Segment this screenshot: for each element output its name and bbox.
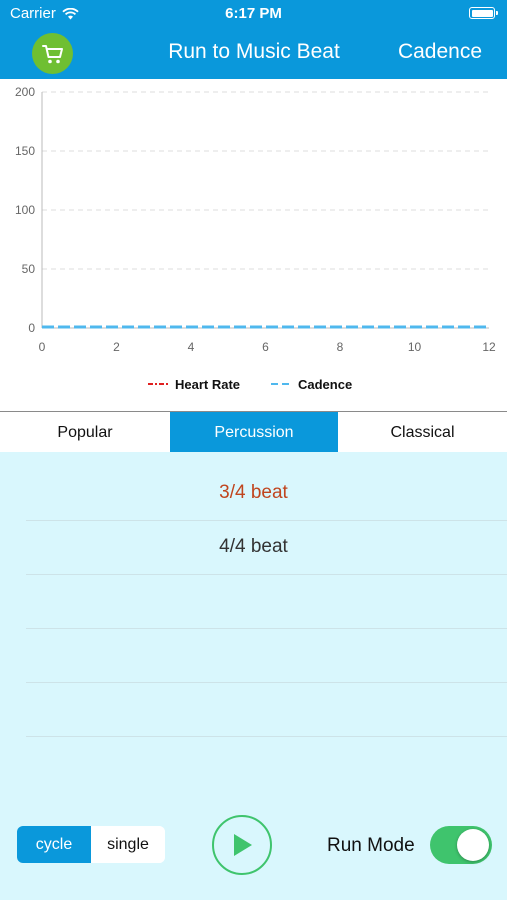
cycle-option[interactable]: cycle bbox=[17, 826, 91, 863]
y-tick-label: 200 bbox=[15, 85, 35, 99]
single-option[interactable]: single bbox=[91, 826, 165, 863]
x-tick-label: 2 bbox=[113, 340, 120, 354]
cart-icon bbox=[41, 44, 63, 63]
y-tick-label: 0 bbox=[28, 321, 35, 335]
beat-item[interactable]: 3/4 beat bbox=[26, 466, 507, 521]
beat-item[interactable] bbox=[26, 574, 507, 629]
beat-item[interactable]: 4/4 beat bbox=[26, 520, 507, 575]
tab-percussion[interactable]: Percussion bbox=[170, 412, 338, 453]
x-tick-label: 6 bbox=[262, 340, 269, 354]
cadence-chart: 0 50 100 150 200 0 2 4 6 8 10 12 Heart Rate Cadence bbox=[0, 79, 507, 410]
run-mode-label: Run Mode bbox=[327, 835, 415, 856]
play-icon bbox=[234, 834, 252, 856]
y-tick-label: 100 bbox=[15, 203, 35, 217]
app-header: Carrier 6:17 PM Run to Music Beat Cadenc… bbox=[0, 0, 507, 79]
beat-item[interactable] bbox=[26, 682, 507, 737]
tab-classical[interactable]: Classical bbox=[338, 412, 507, 453]
beat-item[interactable] bbox=[26, 628, 507, 683]
playback-mode-toggle: cycle single bbox=[17, 826, 165, 863]
tab-popular[interactable]: Popular bbox=[0, 412, 170, 453]
x-tick-label: 12 bbox=[482, 340, 496, 354]
x-tick-label: 4 bbox=[188, 340, 195, 354]
status-bar: Carrier 6:17 PM bbox=[0, 0, 507, 26]
switch-knob bbox=[457, 829, 489, 861]
play-button[interactable] bbox=[212, 815, 272, 875]
x-tick-label: 8 bbox=[337, 340, 344, 354]
x-tick-label: 10 bbox=[408, 340, 422, 354]
page-title: Run to Music Beat bbox=[168, 40, 340, 63]
status-time: 6:17 PM bbox=[225, 5, 282, 22]
y-tick-label: 150 bbox=[15, 144, 35, 158]
y-tick-label: 50 bbox=[22, 262, 36, 276]
x-tick-label: 0 bbox=[39, 340, 46, 354]
battery-icon bbox=[469, 7, 498, 19]
run-mode-switch[interactable] bbox=[430, 826, 492, 864]
legend-label: Heart Rate bbox=[175, 377, 240, 392]
legend-label: Cadence bbox=[298, 377, 352, 392]
cadence-button[interactable]: Cadence bbox=[398, 40, 482, 64]
category-segmented-control: Popular Percussion Classical bbox=[0, 411, 507, 453]
chart-canvas: 0 50 100 150 200 0 2 4 6 8 10 12 Heart Rate Cadence bbox=[15, 85, 496, 392]
cart-button[interactable] bbox=[32, 33, 73, 74]
